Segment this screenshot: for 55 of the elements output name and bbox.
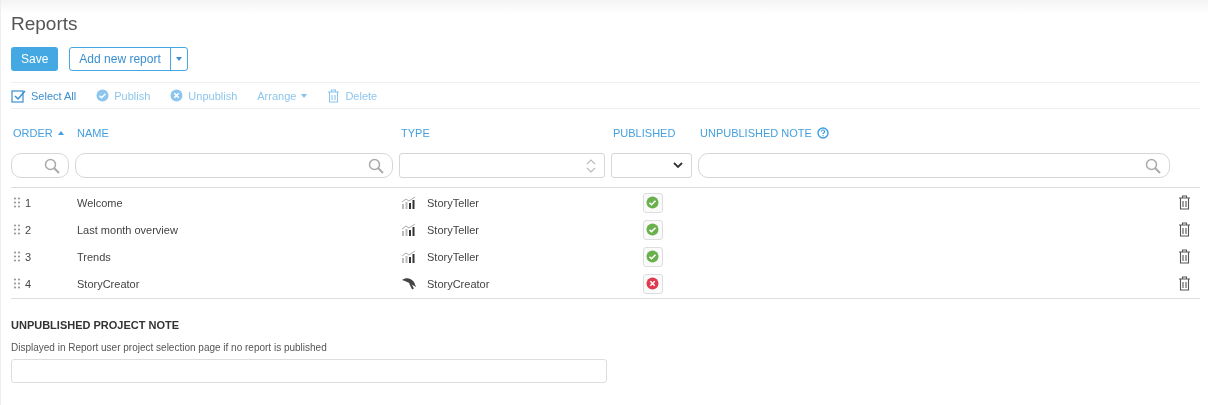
checkbox-icon — [11, 88, 26, 103]
chevron-down-icon — [673, 162, 683, 169]
toolbar-button[interactable]: Select All — [11, 88, 77, 103]
report-name: Last month overview — [77, 223, 178, 236]
order-number: 1 — [25, 196, 32, 209]
filter-dropdown[interactable] — [611, 153, 692, 178]
sort-ascending-icon — [57, 131, 64, 135]
add-report-button[interactable]: Add new report — [70, 48, 171, 70]
caret-icon — [301, 93, 308, 98]
column-header[interactable]: UNPUBLISHED NOTE — [700, 127, 829, 139]
close-circle-icon — [170, 89, 184, 102]
trash-icon[interactable] — [1178, 195, 1191, 210]
filter-field[interactable] — [698, 153, 1170, 178]
published-toggle[interactable] — [642, 246, 663, 267]
column-header[interactable]: NAME — [77, 127, 109, 139]
spinner-arrows-icon — [586, 157, 596, 174]
add-report-split-button[interactable]: Add new report — [69, 47, 188, 71]
filter-field[interactable] — [399, 153, 605, 178]
project-note-field[interactable] — [11, 359, 607, 383]
report-type: StoryCreator — [427, 277, 490, 290]
filter-field[interactable] — [11, 153, 69, 178]
help-icon[interactable] — [816, 127, 829, 139]
drag-handle-icon[interactable] — [13, 224, 21, 235]
report-type: StoryTeller — [427, 250, 479, 263]
search-icon — [44, 157, 60, 174]
drag-handle-icon[interactable] — [13, 278, 21, 289]
column-header[interactable]: PUBLISHED — [613, 127, 676, 139]
drag-handle-icon[interactable] — [13, 251, 21, 262]
section-heading: UNPUBLISHED PROJECT NOTE — [11, 319, 181, 331]
trash-icon[interactable] — [1178, 249, 1191, 264]
report-name: Trends — [77, 250, 111, 263]
search-icon — [368, 157, 384, 174]
caret-icon — [175, 57, 182, 61]
save-button[interactable]: Save — [11, 47, 59, 71]
report-name: StoryCreator — [77, 277, 140, 290]
published-toggle[interactable] — [642, 219, 663, 240]
filter-field[interactable] — [75, 153, 393, 178]
published-toggle[interactable] — [642, 192, 663, 213]
published-toggle[interactable] — [642, 273, 663, 294]
search-icon — [1145, 157, 1161, 174]
order-number: 2 — [25, 223, 32, 236]
order-number: 4 — [25, 277, 32, 290]
drag-handle-icon[interactable] — [13, 197, 21, 208]
report-type: StoryTeller — [427, 196, 479, 209]
column-header[interactable]: TYPE — [401, 127, 430, 139]
column-header[interactable]: ORDER — [13, 127, 64, 139]
order-number: 3 — [25, 250, 32, 263]
trash-icon — [327, 88, 341, 103]
trash-icon[interactable] — [1178, 222, 1191, 237]
report-name: Welcome — [77, 196, 123, 209]
check-circle-icon — [96, 89, 110, 102]
page-title: Reports — [11, 12, 79, 36]
report-type: StoryTeller — [427, 223, 479, 236]
section-description: Displayed in Report user project selection page if no report is published — [11, 342, 328, 353]
trash-icon[interactable] — [1178, 276, 1191, 291]
